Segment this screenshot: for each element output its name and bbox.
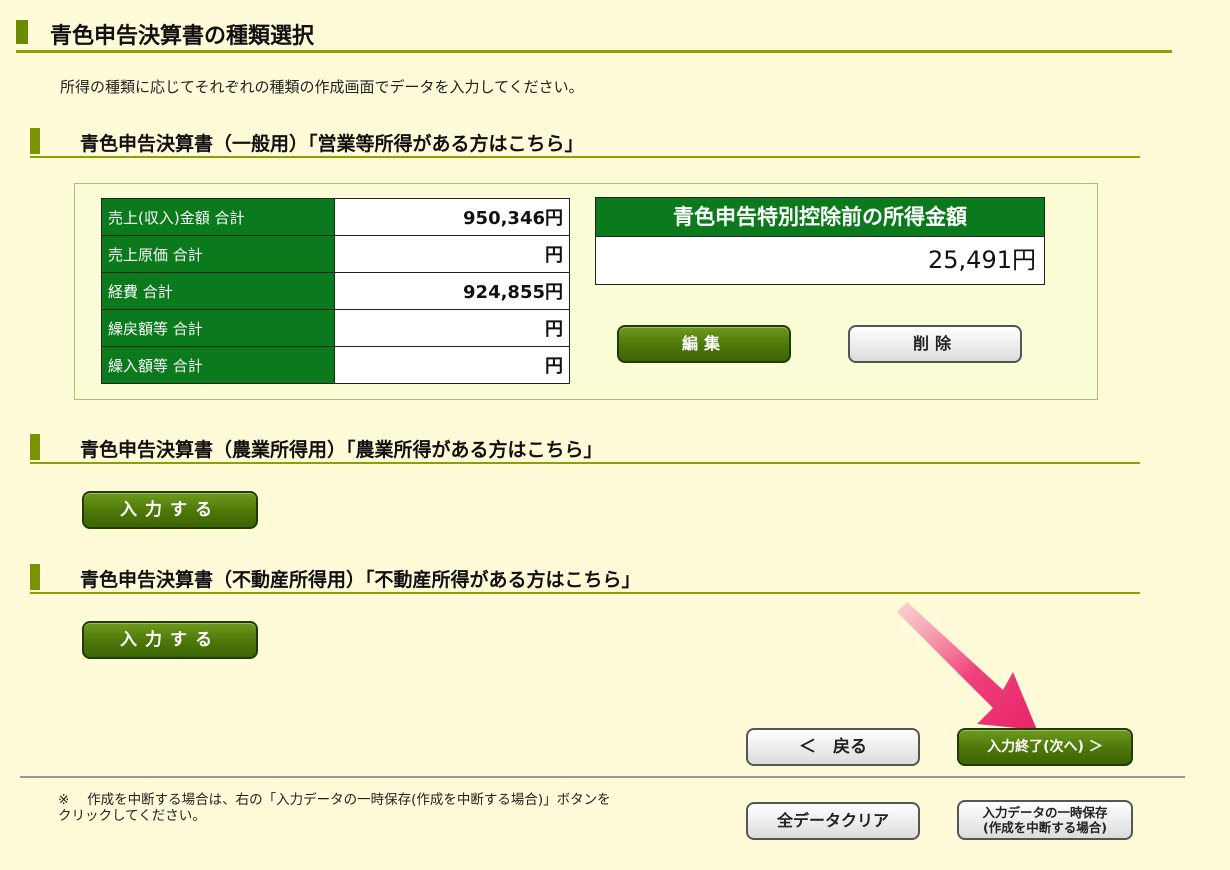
row-value: 円 [334, 235, 570, 273]
section-bar [30, 128, 40, 154]
section-general-title: 青色申告決算書（一般用）「営業等所得がある方はこちら」 [80, 133, 584, 155]
intro-text: 所得の種類に応じてそれぞれの種類の作成画面でデータを入力してください。 [60, 78, 584, 96]
section-agriculture-title: 青色申告決算書（農業所得用）「農業所得がある方はこちら」 [80, 439, 603, 461]
edit-button[interactable]: 編集 [617, 325, 791, 363]
income-value: 25,491円 [595, 237, 1045, 285]
row-value: 950,346円 [334, 198, 570, 236]
row-value: 円 [334, 346, 570, 384]
row-label: 売上原価 合計 [101, 235, 335, 273]
section-bar [30, 434, 40, 460]
delete-button[interactable]: 削除 [848, 325, 1022, 363]
back-button[interactable]: ＜ 戻る [746, 728, 920, 766]
row-value: 円 [334, 309, 570, 347]
table-row: 売上(収入)金額 合計 950,346円 [101, 198, 570, 236]
section-realestate-heading: 青色申告決算書（不動産所得用）「不動産所得がある方はこちら」 [30, 562, 1140, 594]
row-label: 売上(収入)金額 合計 [101, 198, 335, 236]
row-label: 繰戻額等 合計 [101, 309, 335, 347]
section-bar [30, 564, 40, 590]
amounts-table: 売上(収入)金額 合計 950,346円 売上原価 合計 円 経費 合計 924… [101, 198, 570, 384]
footer-divider [20, 776, 1185, 778]
table-row: 売上原価 合計 円 [101, 235, 570, 273]
row-label: 経費 合計 [101, 272, 335, 310]
table-row: 繰戻額等 合計 円 [101, 309, 570, 347]
arrow-pointer-icon [897, 602, 1037, 730]
page-title: 青色申告決算書の種類選択 [50, 24, 315, 49]
temp-save-label-line1: 入力データの一時保存 [982, 805, 1108, 820]
section-realestate-title: 青色申告決算書（不動産所得用）「不動産所得がある方はこちら」 [80, 569, 641, 591]
income-card: 青色申告特別控除前の所得金額 25,491円 [595, 197, 1045, 285]
income-title: 青色申告特別控除前の所得金額 [595, 197, 1045, 237]
row-label: 繰入額等 合計 [101, 346, 335, 384]
footer-note: ※ 作成を中断する場合は、右の「入力データの一時保存(作成を中断する場合)」ボタ… [58, 792, 611, 824]
temp-save-label-line2: (作成を中断する場合) [983, 820, 1107, 835]
table-row: 経費 合計 924,855円 [101, 272, 570, 310]
realestate-input-button[interactable]: 入力する [82, 621, 258, 659]
temp-save-button[interactable]: 入力データの一時保存 (作成を中断する場合) [957, 800, 1133, 840]
section-agriculture-heading: 青色申告決算書（農業所得用）「農業所得がある方はこちら」 [30, 432, 1140, 464]
section-general-heading: 青色申告決算書（一般用）「営業等所得がある方はこちら」 [30, 126, 1140, 158]
page-heading: 青色申告決算書の種類選択 [16, 14, 1172, 53]
clear-all-button[interactable]: 全データクリア [746, 802, 920, 840]
agriculture-input-button[interactable]: 入力する [82, 491, 258, 529]
general-summary-box: 売上(収入)金額 合計 950,346円 売上原価 合計 円 経費 合計 924… [74, 183, 1098, 400]
heading-bar [16, 20, 28, 44]
table-row: 繰入額等 合計 円 [101, 346, 570, 384]
next-button[interactable]: 入力終了(次へ) ＞ [957, 728, 1133, 766]
row-value: 924,855円 [334, 272, 570, 310]
